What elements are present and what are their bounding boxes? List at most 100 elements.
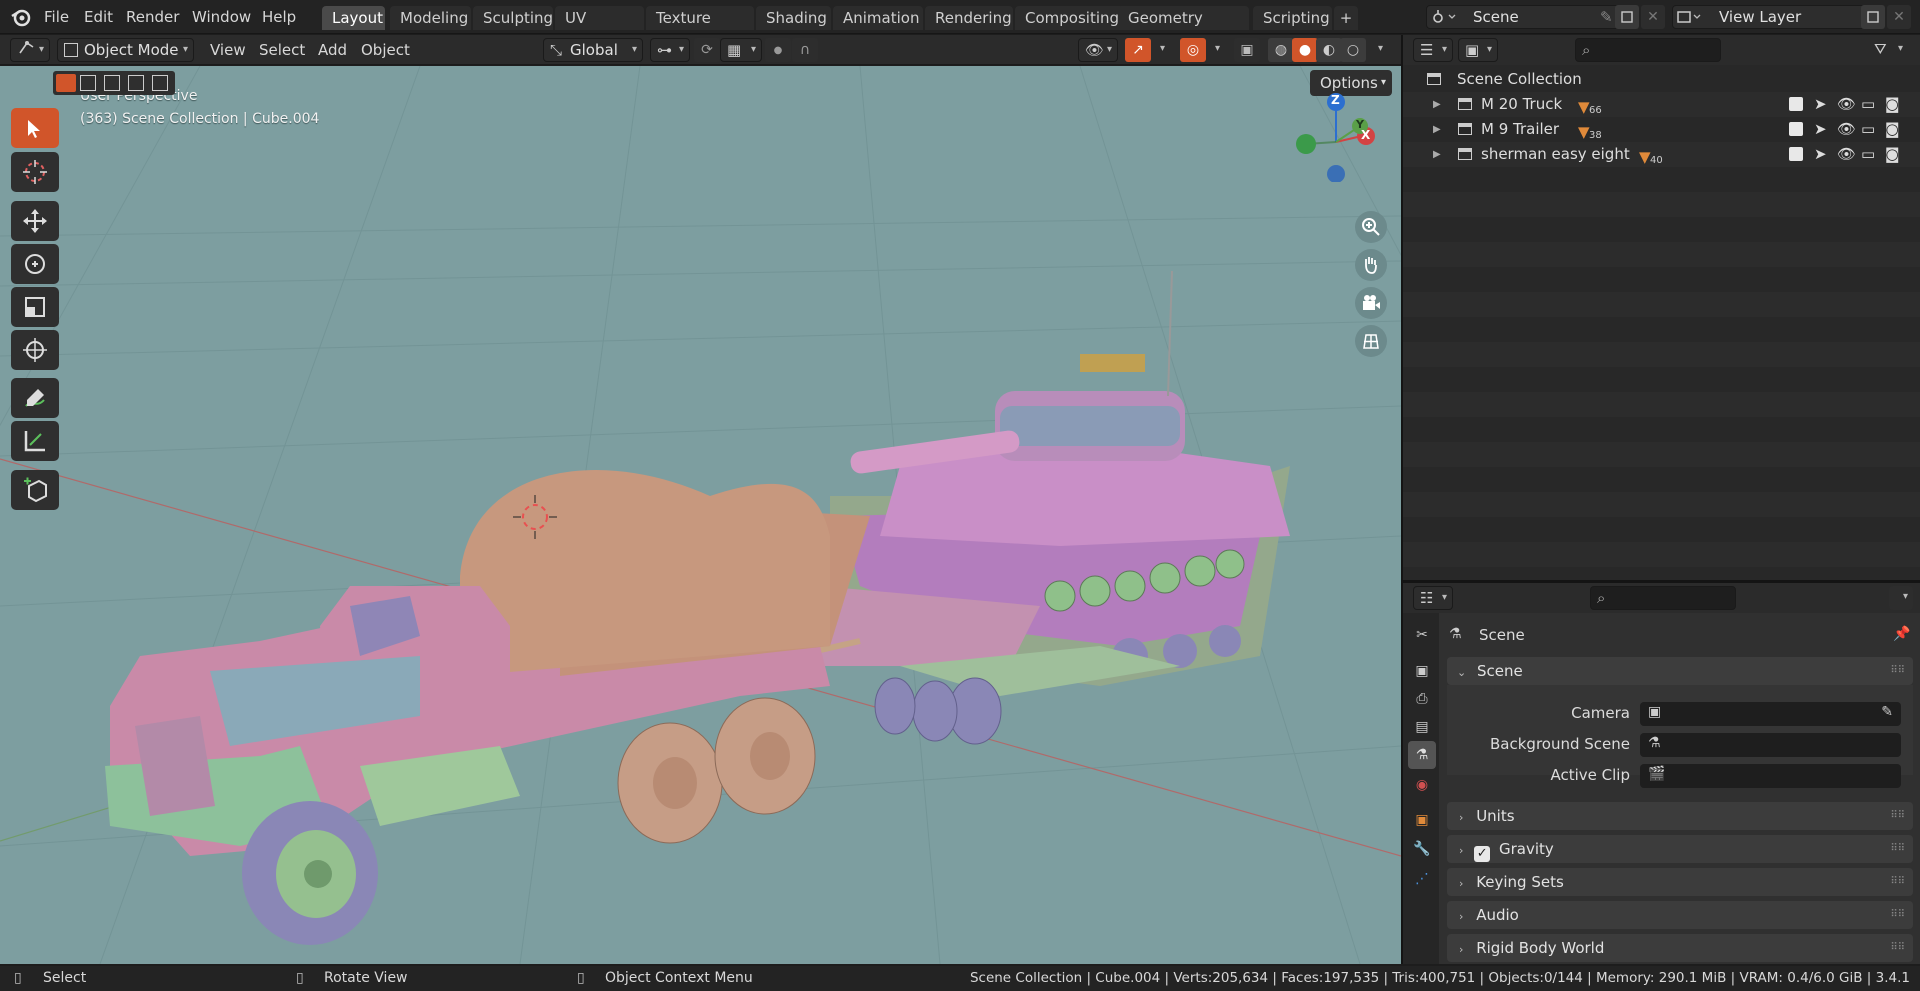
drag-handle-icon[interactable]: ⠿⠿ [1890, 868, 1905, 896]
gizmo-dropdown-icon[interactable]: ▾ [1150, 38, 1170, 62]
camera-icon[interactable]: ◙ [1885, 117, 1900, 142]
move-icon[interactable] [11, 201, 59, 241]
rigid-body-world-panel-header[interactable]: › Rigid Body World ⠿⠿ [1447, 934, 1913, 962]
units-panel-header[interactable]: › Units ⠿⠿ [1447, 802, 1913, 830]
checkbox-icon[interactable] [1789, 97, 1803, 111]
camera-field[interactable]: ▣ ✎ [1640, 702, 1901, 726]
blender-logo-icon[interactable] [10, 7, 32, 27]
properties-search-input[interactable]: ⌕ [1590, 586, 1736, 610]
menu-help[interactable]: Help [262, 7, 296, 27]
checkbox-icon[interactable] [1789, 122, 1803, 136]
tab-geometry-nodes[interactable]: Geometry Nodes [1118, 6, 1249, 51]
modifier-tab-icon[interactable]: 🔧 [1408, 835, 1436, 863]
background-scene-field[interactable]: ⚗ [1640, 733, 1901, 757]
rotate-icon[interactable] [11, 244, 59, 284]
measure-icon[interactable] [11, 421, 59, 461]
menu-edit[interactable]: Edit [84, 7, 113, 27]
annotate-icon[interactable] [11, 378, 59, 418]
select-intersect-icon[interactable] [152, 75, 168, 91]
keying-sets-panel-header[interactable]: › Keying Sets ⠿⠿ [1447, 868, 1913, 896]
display-mode-icon[interactable]: ▣ ▾ [1458, 38, 1498, 62]
material-shading-icon[interactable]: ◐ [1316, 38, 1342, 62]
select-extend-icon[interactable] [80, 75, 96, 91]
gravity-panel-header[interactable]: › ✓ Gravity ⠿⠿ [1447, 835, 1913, 863]
select-box-icon[interactable] [11, 108, 59, 148]
eye-icon[interactable]: 👁 [1837, 142, 1856, 167]
zoom-icon[interactable] [1355, 211, 1387, 243]
tab-layout[interactable]: Layout [322, 6, 385, 30]
scale-icon[interactable] [11, 287, 59, 327]
menu-window[interactable]: Window [192, 7, 251, 27]
menu-view[interactable]: View [210, 41, 246, 59]
tab-shading[interactable]: Shading [756, 6, 831, 30]
transform-icon[interactable] [11, 330, 59, 370]
eye-icon[interactable]: 👁 [1837, 92, 1856, 117]
menu-select[interactable]: Select [259, 41, 305, 59]
properties-editor-type-icon[interactable]: ☷ ▾ [1413, 586, 1453, 610]
object-tab-icon[interactable]: ▣ [1408, 806, 1436, 834]
particles-tab-icon[interactable]: ⋰ [1408, 865, 1436, 893]
overlay-toggle-icon[interactable]: ◎ [1180, 38, 1206, 62]
overlay-dropdown-icon[interactable]: ▾ [1205, 38, 1225, 62]
tab-rendering[interactable]: Rendering [925, 6, 1013, 30]
filter-icon[interactable]: ⛛ ▾ [1868, 38, 1908, 62]
gravity-checkbox[interactable]: ✓ [1474, 846, 1491, 862]
tab-animation[interactable]: Animation [833, 6, 923, 30]
list-item[interactable]: ▶ M 9 Trailer ▼ 38 ➤ 👁 ▭ ◙ [1403, 117, 1920, 142]
navigation-gizmo[interactable]: Z Y X [1290, 90, 1382, 183]
monitor-icon[interactable]: ▭ [1861, 142, 1875, 167]
transform-orientation-dropdown[interactable]: ⤡ Global ▾ [543, 38, 643, 62]
monitor-icon[interactable]: ▭ [1861, 117, 1875, 142]
rendered-shading-icon[interactable]: ○ [1340, 38, 1366, 62]
tab-modeling[interactable]: Modeling [390, 6, 471, 30]
solid-shading-icon[interactable]: ● [1292, 38, 1318, 62]
camera-icon[interactable]: ◙ [1885, 92, 1900, 117]
eye-icon[interactable]: 👁 [1837, 117, 1856, 142]
menu-object[interactable]: Object [361, 41, 410, 59]
xray-toggle-icon[interactable]: ▣ [1234, 38, 1260, 62]
select-subtract-icon[interactable] [104, 75, 120, 91]
outliner-root[interactable]: Scene Collection [1403, 67, 1920, 92]
tab-uv-editing[interactable]: UV Editing [555, 6, 644, 51]
scene-tab-icon[interactable]: ⚗ [1408, 741, 1436, 769]
editor-type-icon[interactable]: ▾ [10, 38, 50, 62]
scene-panel-header[interactable]: ⌄ Scene ⠿⠿ [1447, 657, 1913, 685]
audio-panel-header[interactable]: › Audio ⠿⠿ [1447, 901, 1913, 929]
add-cube-icon[interactable] [11, 470, 59, 510]
render-tab-icon[interactable]: ▣ [1408, 657, 1436, 685]
expand-arrow-icon[interactable]: ▶ [1433, 117, 1441, 142]
menu-render[interactable]: Render [126, 7, 179, 27]
camera-view-icon[interactable] [1355, 287, 1387, 319]
menu-file[interactable]: File [44, 7, 69, 27]
tab-texture-paint[interactable]: Texture Paint [646, 6, 754, 51]
tab-scripting[interactable]: Scripting [1253, 6, 1332, 30]
select-arrow-icon[interactable]: ➤ [1814, 117, 1827, 142]
add-workspace-icon[interactable]: + [1334, 6, 1358, 30]
output-tab-icon[interactable]: ⎙ [1408, 685, 1436, 713]
pin-icon[interactable]: 📌 [1893, 626, 1910, 642]
wireframe-shading-icon[interactable]: ◍ [1268, 38, 1294, 62]
scene-selector[interactable]: Scene ✎ [1426, 5, 1626, 29]
drag-handle-icon[interactable]: ⠿⠿ [1890, 657, 1905, 685]
tab-sculpting[interactable]: Sculpting [473, 6, 553, 30]
view-layer-tab-icon[interactable]: ▤ [1408, 713, 1436, 741]
active-clip-field[interactable]: 🎬 [1640, 764, 1901, 788]
properties-options-icon[interactable]: ▾ [1889, 586, 1913, 610]
monitor-icon[interactable]: ▭ [1861, 92, 1875, 117]
drag-handle-icon[interactable]: ⠿⠿ [1890, 901, 1905, 929]
drag-handle-icon[interactable]: ⠿⠿ [1890, 934, 1905, 962]
gizmo-toggle-icon[interactable]: ↗ [1125, 38, 1151, 62]
camera-icon[interactable]: ◙ [1885, 142, 1900, 167]
delete-view-layer-icon[interactable]: ✕ [1887, 5, 1911, 29]
list-item[interactable]: ▶ sherman easy eight ▼ 40 ➤ 👁 ▭ ◙ [1403, 142, 1920, 167]
expand-arrow-icon[interactable]: ▶ [1433, 142, 1441, 167]
select-arrow-icon[interactable]: ➤ [1814, 142, 1827, 167]
snap-target-icon[interactable]: ▦ ▾ [720, 38, 762, 62]
snap-toggle-icon[interactable]: ⟳ [694, 38, 720, 62]
outliner-editor-type-icon[interactable]: ☰ ▾ [1413, 38, 1453, 62]
cursor-icon[interactable] [11, 152, 59, 192]
select-new-icon[interactable] [56, 74, 76, 92]
pan-hand-icon[interactable] [1355, 249, 1387, 281]
list-item[interactable]: ▶ M 20 Truck ▼ 66 ➤ 👁 ▭ ◙ [1403, 92, 1920, 117]
proportional-edit-icon[interactable]: ● [765, 38, 791, 62]
